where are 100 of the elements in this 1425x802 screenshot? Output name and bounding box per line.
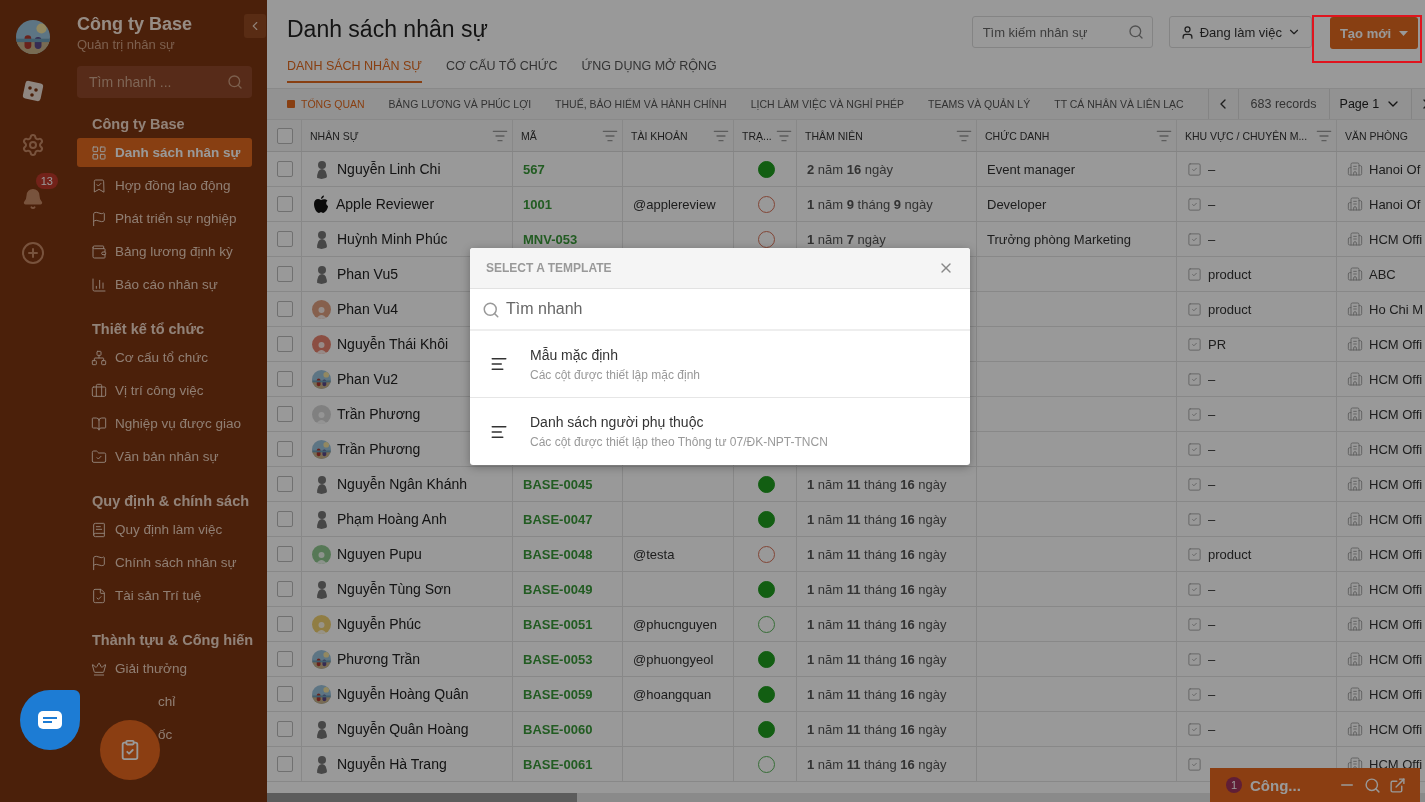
row-checkbox[interactable] [277,371,293,387]
modal-backdrop[interactable] [0,0,1425,802]
area-text: – [1208,651,1216,667]
quick-search-field[interactable]: Tìm nhanh ... [77,66,252,98]
table-row[interactable]: Phạm Hoàng Anh BASE-0047 1 năm 11 tháng 16 ngày – HCM Offi [267,502,1425,537]
nav-item[interactable]: Báo cáo nhân sự [77,270,252,299]
row-checkbox[interactable] [277,546,293,562]
subtab[interactable]: BẢNG LƯƠNG VÀ PHÚC LỢI [388,98,532,110]
nav-item[interactable]: Vị trí công việc [77,376,252,405]
row-checkbox[interactable] [277,441,293,457]
nav-item[interactable]: Phát triển sự nghiệp [77,204,252,233]
tenure-text: 1 năm 11 tháng 16 ngày [807,721,947,737]
employee-code: BASE-0048 [523,546,593,562]
row-checkbox[interactable] [277,301,293,317]
table-row[interactable]: Nguyen Pupu BASE-0048 @testa 1 năm 11 tháng 16 ngày product HCM Offi [267,537,1425,572]
bell-icon[interactable] [22,188,44,210]
template-item[interactable]: Danh sách người phụ thuộc Các cột được thiết lập theo Thông tư 07/ĐK-NPT-TNCN [470,398,970,465]
building-icon [1347,441,1363,457]
row-checkbox[interactable] [277,406,293,422]
table-row[interactable]: Phương Trần BASE-0053 @phuongyeol 1 năm 11 tháng 16 ngày – HCM Offi [267,642,1425,677]
row-checkbox[interactable] [277,651,293,667]
building-icon [1347,196,1363,212]
table-row[interactable]: Nguyễn Hoàng Quân BASE-0059 @hoangquan 1 năm 11 tháng 16 ngày – HCM Offi [267,677,1425,712]
search-icon[interactable] [1127,24,1144,40]
nav-item[interactable]: Giải thưởng [77,654,252,683]
nav-item[interactable]: Cơ cấu tổ chức [77,343,252,372]
checkbox-icon [1187,651,1202,667]
person-avatar-icon [312,614,331,634]
subtab[interactable]: TT CÁ NHÂN VÀ LIÊN LẠC [1054,98,1184,110]
row-checkbox[interactable] [277,196,293,212]
nav-item[interactable]: Hợp đồng lao động [77,171,252,200]
area-text: – [1208,511,1216,527]
settings-icon[interactable] [21,133,45,157]
row-checkbox[interactable] [277,231,293,247]
tab[interactable]: ỨNG DỤNG MỞ RỘNG [581,59,717,83]
row-checkbox[interactable] [277,266,293,282]
subtab[interactable]: THUẾ, BẢO HIỂM VÀ HÀNH CHÍNH [555,98,727,110]
office-text: ABC [1369,266,1396,282]
row-checkbox[interactable] [277,476,293,492]
nav-item[interactable]: chỉ [77,687,252,716]
nav-item[interactable]: ốc [77,720,252,749]
collapse-button[interactable] [244,14,266,38]
building-icon [1347,581,1363,597]
subtab[interactable]: TỔNG QUAN [287,98,365,110]
caret-icon [1399,30,1409,36]
table-row[interactable]: Apple Reviewer 1001 @applereview 1 năm 9 tháng 9 ngày Developer – Hanoi Of [267,187,1425,222]
row-checkbox[interactable] [277,686,293,702]
person-avatar-icon [312,299,331,319]
subtab[interactable]: TEAMS VÀ QUẢN LÝ [928,98,1031,110]
search-icon[interactable] [1364,776,1381,794]
status-dot [757,580,775,598]
area-text: product [1208,301,1252,317]
page-title: Danh sách nhân sự [287,16,489,43]
table-row[interactable]: Nguyễn Linh Chi 567 2 năm 16 ngày Event manager – Hanoi Of [267,152,1425,187]
nav-item[interactable]: Nghiệp vụ được giao [77,409,252,438]
building-icon [1347,721,1363,737]
area-text: – [1208,441,1216,457]
select-all-checkbox[interactable] [277,127,293,144]
search-field[interactable]: Tìm kiếm nhân sự [971,16,1153,48]
status-dropdown[interactable]: Đang làm việc [1168,16,1312,48]
table-row[interactable]: Nguyễn Phúc BASE-0051 @phucnguyen 1 năm 11 tháng 16 ngày – HCM Offi [267,607,1425,642]
nav-item[interactable]: Bảng lương định kỳ [77,237,252,266]
column-header: CHỨC DANH [985,129,1051,142]
chat-bar[interactable]: 1 Công... [1210,768,1420,802]
row-checkbox[interactable] [277,336,293,352]
tab[interactable]: CƠ CẤU TỔ CHỨC [446,59,558,83]
tab[interactable]: DANH SÁCH NHÂN SỰ [287,59,422,83]
page-select[interactable]: Page 1 [1328,89,1412,119]
create-button[interactable]: Tạo mới [1330,17,1418,49]
template-item[interactable]: Mẫu mặc định Các cột được thiết lập mặc định [470,331,970,398]
account-name: @applereview [633,196,716,212]
area-text: – [1208,406,1216,422]
checkbox-icon [1187,721,1202,737]
nav-item[interactable]: Văn bản nhân sự [77,442,252,471]
nav-item[interactable]: Chính sách nhân sự [77,548,252,577]
nav-item[interactable]: Tài sản Trí tuệ [77,581,252,610]
row-checkbox[interactable] [277,511,293,527]
org-chart-icon [91,349,107,366]
search-icon[interactable] [227,74,243,90]
row-checkbox[interactable] [277,616,293,632]
checkbox-icon [1187,231,1202,247]
nav-item[interactable]: Quy định làm việc [77,515,252,544]
briefcase-icon [91,382,107,399]
row-checkbox[interactable] [277,756,293,772]
employee-name: Apple Reviewer [336,196,435,212]
tenure-text: 1 năm 7 ngày [807,231,886,247]
nav-item[interactable]: Danh sách nhân sự [77,138,252,167]
office-text: HCM Offi [1369,441,1423,457]
row-checkbox[interactable] [277,581,293,597]
row-checkbox[interactable] [277,161,293,177]
open-external-icon[interactable] [1389,776,1406,794]
template-search-field[interactable]: Tìm nhanh [470,289,970,331]
section-title: Công ty Base [92,116,186,132]
add-icon[interactable] [21,241,45,265]
table-row[interactable]: Nguyễn Quân Hoàng BASE-0060 1 năm 11 tháng 16 ngày – HCM Offi [267,712,1425,747]
table-row[interactable]: Nguyễn Tùng Sơn BASE-0049 1 năm 11 tháng 16 ngày – HCM Offi [267,572,1425,607]
row-checkbox[interactable] [277,721,293,737]
table-row[interactable]: Nguyễn Ngân Khánh BASE-0045 1 năm 11 tháng 16 ngày – HCM Offi [267,467,1425,502]
employee-name: Nguyễn Linh Chi [337,161,441,177]
subtab[interactable]: LỊCH LÀM VIỆC VÀ NGHỈ PHÉP [750,98,905,110]
